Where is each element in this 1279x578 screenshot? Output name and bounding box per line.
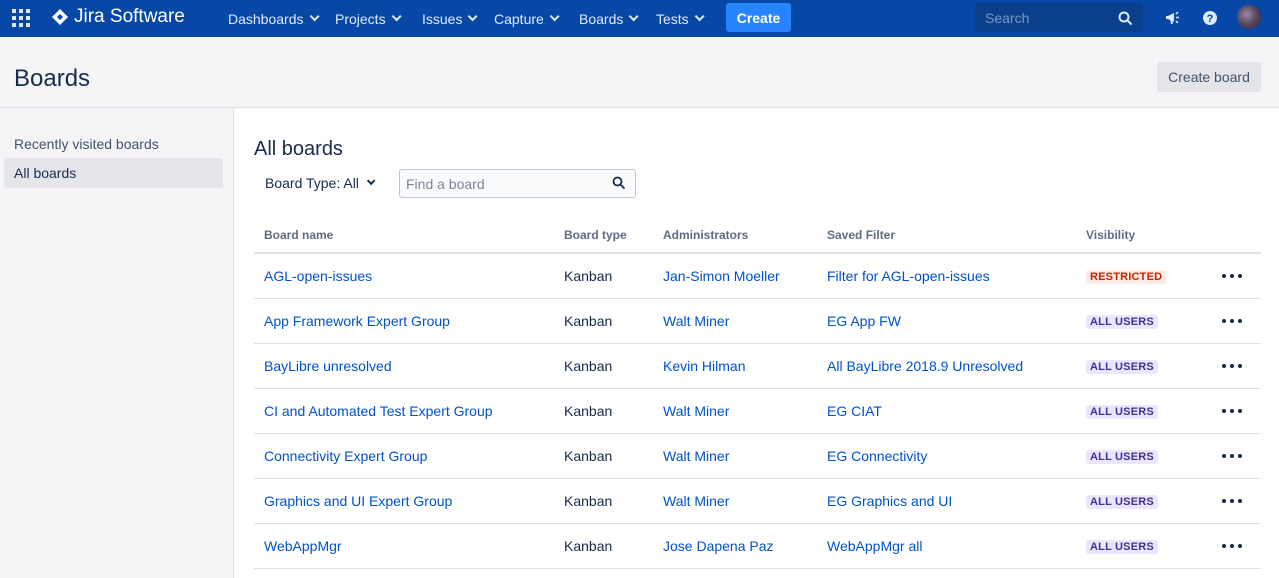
jira-logo-icon (52, 9, 68, 25)
help-icon[interactable]: ? (1201, 9, 1219, 27)
saved-filter-link[interactable]: Filter for AGL-open-issues (827, 268, 990, 284)
board-name-link[interactable]: WebAppMgr (264, 538, 342, 554)
nav-dashboards[interactable]: Dashboards (228, 0, 320, 37)
nav-boards-label: Boards (579, 10, 624, 27)
board-type-filter-label: Board Type: All (265, 175, 359, 191)
search-icon (1118, 11, 1133, 26)
create-board-button[interactable]: Create board (1157, 62, 1261, 92)
more-actions-icon[interactable] (1222, 407, 1242, 415)
more-actions-icon[interactable] (1222, 362, 1242, 370)
visibility-badge: ALL USERS (1086, 405, 1158, 419)
more-actions-icon[interactable] (1222, 317, 1242, 325)
row-divider (254, 343, 1261, 344)
row-divider (254, 388, 1261, 389)
board-type-cell: Kanban (564, 403, 613, 419)
saved-filter-link[interactable]: WebAppMgr all (827, 538, 922, 554)
row-divider (254, 568, 1261, 569)
nav-dashboards-label: Dashboards (228, 10, 304, 27)
sidebar-item-all-boards[interactable]: All boards (4, 158, 223, 188)
row-divider (254, 523, 1261, 524)
visibility-badge: ALL USERS (1086, 450, 1158, 464)
nav-projects[interactable]: Projects (335, 0, 402, 37)
chevron-down-icon (629, 11, 639, 22)
saved-filter-link[interactable]: EG App FW (827, 313, 901, 329)
more-actions-icon[interactable] (1222, 497, 1242, 505)
administrator-link[interactable]: Walt Miner (663, 313, 729, 329)
row-divider (254, 298, 1261, 299)
more-actions-icon[interactable] (1222, 272, 1242, 280)
visibility-badge: ALL USERS (1086, 495, 1158, 509)
find-board-input[interactable] (399, 169, 636, 198)
nav-capture[interactable]: Capture (494, 0, 560, 37)
jira-logo[interactable]: Jira Software (51, 6, 185, 28)
nav-issues-label: Issues (422, 10, 463, 27)
search-icon (612, 176, 626, 190)
saved-filter-link[interactable]: EG Connectivity (827, 448, 927, 464)
chevron-down-icon (694, 11, 705, 22)
nav-capture-label: Capture (494, 10, 544, 27)
administrator-link[interactable]: Walt Miner (663, 403, 729, 419)
board-type-cell: Kanban (564, 313, 613, 329)
chevron-down-icon (391, 11, 402, 22)
section-title: All boards (254, 138, 343, 160)
visibility-badge: RESTRICTED (1086, 270, 1167, 284)
board-type-cell: Kanban (564, 268, 613, 284)
row-divider (254, 478, 1261, 479)
top-navigation: Jira Software Dashboards Projects Issues… (0, 0, 1279, 37)
logo-text: Jira Software (74, 6, 185, 27)
nav-projects-label: Projects (335, 10, 386, 27)
board-type-cell: Kanban (564, 448, 613, 464)
administrator-link[interactable]: Walt Miner (663, 493, 729, 509)
chevron-down-icon (549, 11, 560, 22)
more-actions-icon[interactable] (1222, 452, 1242, 460)
column-header-board-type[interactable]: Board type (564, 228, 627, 242)
board-type-filter[interactable]: Board Type: All (265, 175, 376, 191)
visibility-badge: ALL USERS (1086, 360, 1158, 374)
board-name-link[interactable]: App Framework Expert Group (264, 313, 450, 329)
page-header: Boards Create board (0, 37, 1279, 108)
board-name-link[interactable]: CI and Automated Test Expert Group (264, 403, 493, 419)
search-placeholder: Search (985, 9, 1030, 26)
visibility-badge: ALL USERS (1086, 540, 1158, 554)
saved-filter-link[interactable]: EG Graphics and UI (827, 493, 952, 509)
nav-boards[interactable]: Boards (579, 0, 639, 37)
board-name-link[interactable]: BayLibre unresolved (264, 358, 392, 374)
app-switcher-icon[interactable] (12, 9, 32, 29)
saved-filter-link[interactable]: All BayLibre 2018.9 Unresolved (827, 358, 1023, 374)
chevron-down-icon (309, 11, 320, 22)
create-button[interactable]: Create (726, 3, 791, 32)
svg-text:?: ? (1207, 13, 1214, 25)
board-name-link[interactable]: Connectivity Expert Group (264, 448, 427, 464)
more-actions-icon[interactable] (1222, 542, 1242, 550)
sidebar-item-recently-visited[interactable]: Recently visited boards (4, 129, 223, 159)
board-name-link[interactable]: Graphics and UI Expert Group (264, 493, 452, 509)
administrator-link[interactable]: Jose Dapena Paz (663, 538, 774, 554)
board-name-link[interactable]: AGL-open-issues (264, 268, 372, 284)
chevron-down-icon (468, 11, 479, 22)
row-divider (254, 433, 1261, 434)
avatar[interactable] (1237, 5, 1261, 29)
nav-tests[interactable]: Tests (656, 0, 705, 37)
board-type-cell: Kanban (564, 538, 613, 554)
column-header-visibility[interactable]: Visibility (1086, 228, 1135, 242)
board-type-cell: Kanban (564, 358, 613, 374)
visibility-badge: ALL USERS (1086, 315, 1158, 329)
administrator-link[interactable]: Kevin Hilman (663, 358, 745, 374)
saved-filter-link[interactable]: EG CIAT (827, 403, 882, 419)
administrator-link[interactable]: Walt Miner (663, 448, 729, 464)
column-header-administrators[interactable]: Administrators (663, 228, 748, 242)
nav-issues[interactable]: Issues (422, 0, 479, 37)
chevron-down-icon (366, 176, 376, 186)
column-header-board-name[interactable]: Board name (264, 228, 333, 242)
nav-tests-label: Tests (656, 10, 689, 27)
column-header-saved-filter[interactable]: Saved Filter (827, 228, 895, 242)
sidebar: Recently visited boards All boards (0, 108, 234, 578)
global-search-input[interactable]: Search (975, 3, 1143, 32)
megaphone-icon[interactable] (1165, 9, 1183, 27)
table-header-divider (254, 252, 1261, 254)
administrator-link[interactable]: Jan-Simon Moeller (663, 268, 780, 284)
page-title: Boards (14, 65, 91, 92)
board-type-cell: Kanban (564, 493, 613, 509)
